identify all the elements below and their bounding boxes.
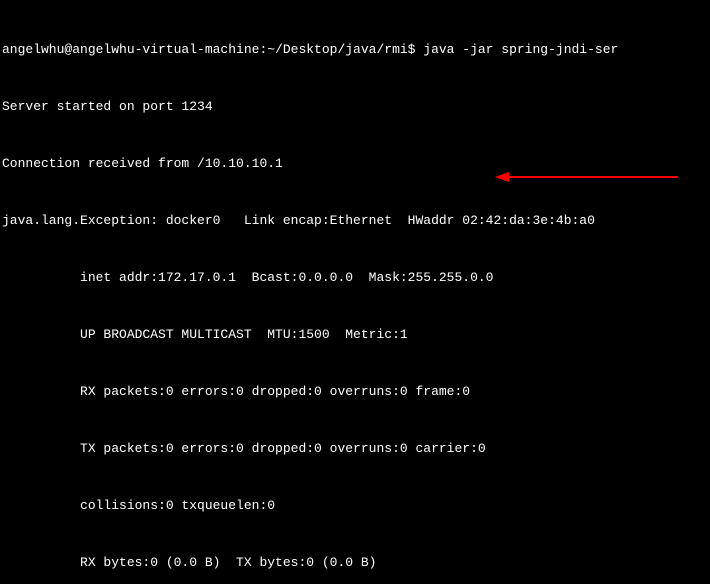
terminal-line: inet addr:172.17.0.1 Bcast:0.0.0.0 Mask:… <box>2 268 710 287</box>
terminal-line: Server started on port 1234 <box>2 97 710 116</box>
terminal-window[interactable]: angelwhu@angelwhu-virtual-machine:~/Desk… <box>0 0 710 584</box>
terminal-line: java.lang.Exception: docker0 Link encap:… <box>2 211 710 230</box>
terminal-line: RX bytes:0 (0.0 B) TX bytes:0 (0.0 B) <box>2 553 710 572</box>
annotation-arrow-icon <box>495 170 680 184</box>
terminal-line: collisions:0 txqueuelen:0 <box>2 496 710 515</box>
terminal-line: TX packets:0 errors:0 dropped:0 overruns… <box>2 439 710 458</box>
terminal-line: UP BROADCAST MULTICAST MTU:1500 Metric:1 <box>2 325 710 344</box>
terminal-line: angelwhu@angelwhu-virtual-machine:~/Desk… <box>2 40 710 59</box>
terminal-line: RX packets:0 errors:0 dropped:0 overruns… <box>2 382 710 401</box>
terminal-line: Connection received from /10.10.10.1 <box>2 154 710 173</box>
